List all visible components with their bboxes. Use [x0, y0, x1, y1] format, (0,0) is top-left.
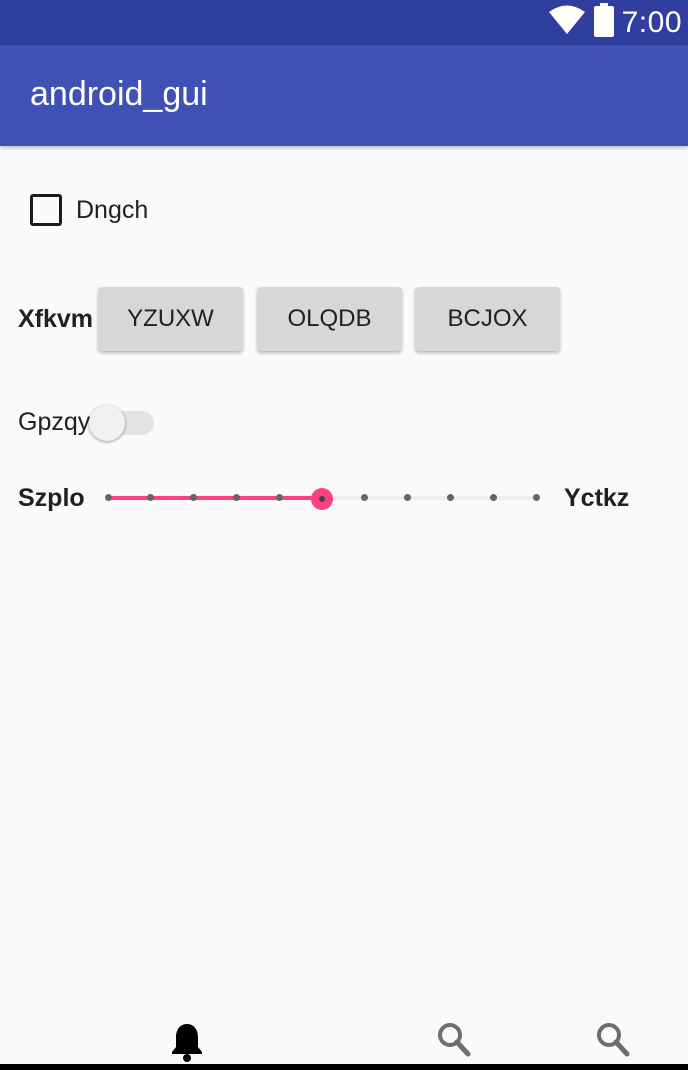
switch-label: Gpzqy [18, 408, 91, 436]
button-row-label: Xfkvm [18, 305, 94, 333]
checkbox-label: Dngch [76, 195, 149, 224]
status-time: 7:00 [621, 5, 682, 39]
button-olqdb[interactable]: OLQDB [257, 287, 402, 351]
slider-tick [489, 494, 497, 501]
app-bar: android_gui [0, 45, 688, 146]
checkbox[interactable] [30, 194, 62, 226]
slider-tick [232, 494, 240, 501]
bell-icon[interactable] [170, 1022, 204, 1067]
search-icon[interactable] [437, 1022, 471, 1067]
slider-thumb[interactable] [311, 488, 333, 510]
wifi-icon [548, 5, 586, 40]
slider-track-fill [108, 496, 322, 500]
slider-tick [104, 494, 112, 501]
battery-icon [593, 3, 614, 42]
switch-thumb[interactable] [89, 405, 125, 441]
button-yzuxw[interactable]: YZUXW [98, 287, 243, 351]
slider-tick [532, 494, 540, 501]
checkbox-row[interactable]: Dngch [30, 192, 148, 228]
bottom-divider [0, 1064, 688, 1070]
slider-tick [275, 494, 283, 501]
slider-tick [446, 494, 454, 501]
slider-left-label: Szplo [18, 484, 85, 512]
slider-right-label: Yctkz [564, 484, 630, 512]
app-title: android_gui [30, 75, 208, 113]
status-icons: 7:00 [548, 0, 682, 45]
search-icon[interactable] [596, 1022, 630, 1067]
button-bcjox[interactable]: BCJOX [415, 287, 560, 351]
status-bar: 7:00 [0, 0, 688, 45]
